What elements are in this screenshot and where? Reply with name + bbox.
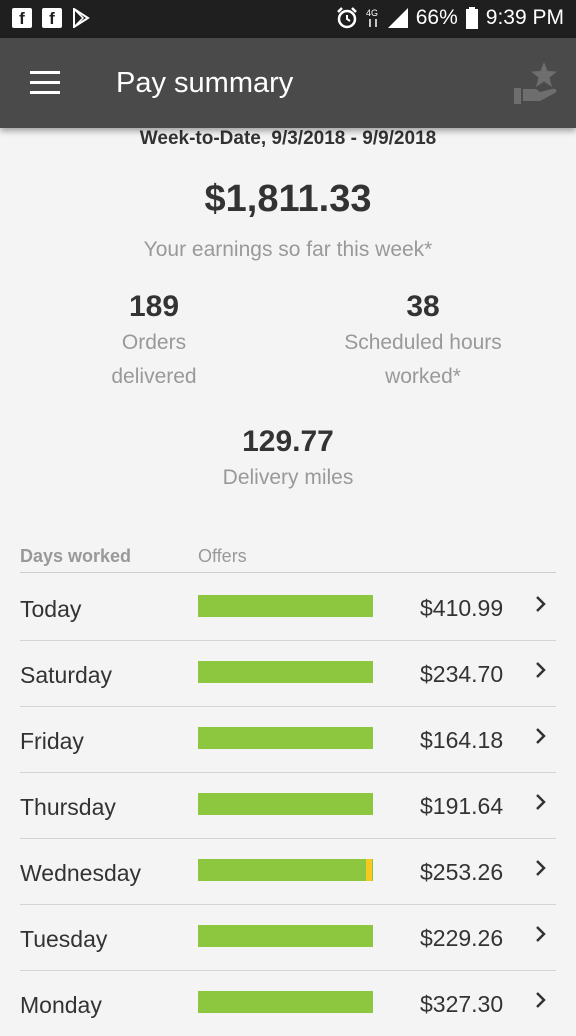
day-name: Wednesday xyxy=(20,860,142,886)
hamburger-menu-icon[interactable] xyxy=(30,71,60,95)
page-title: Pay summary xyxy=(116,67,294,99)
day-name: Saturday xyxy=(20,662,113,688)
system-status: 4G 66% 9:39 PM xyxy=(336,6,564,30)
day-name: Friday xyxy=(20,728,84,754)
day-amount: $191.64 xyxy=(420,793,504,819)
day-amount: $253.26 xyxy=(420,859,504,885)
hours-label: Scheduled hours worked* xyxy=(344,331,502,388)
miles-stat: 129.77 Delivery miles xyxy=(188,425,388,495)
alarm-icon xyxy=(336,7,357,29)
hours-value: 38 xyxy=(406,290,440,323)
pay-period: Week-to-Date, 9/3/2018 - 9/9/2018 xyxy=(139,128,437,149)
offers-bar xyxy=(198,925,373,947)
chevron-right-icon xyxy=(536,662,546,678)
day-amount: $327.30 xyxy=(420,991,504,1017)
offers-bar xyxy=(198,661,373,683)
offers-bar xyxy=(198,793,373,815)
chevron-right-icon xyxy=(536,926,546,942)
day-amount: $229.26 xyxy=(420,925,504,951)
chevron-right-icon xyxy=(536,992,546,1008)
svg-text:4G: 4G xyxy=(366,8,378,18)
signal-icon xyxy=(387,8,408,28)
day-name: Monday xyxy=(20,992,102,1018)
day-name: Tuesday xyxy=(20,926,108,952)
rate-star-hand-icon[interactable] xyxy=(512,58,562,108)
play-store-icon xyxy=(73,8,90,28)
status-bar: f f 4G 66% 9:39 PM xyxy=(0,0,576,38)
day-row-saturday[interactable]: Saturday $234.70 xyxy=(20,640,556,707)
chevron-right-icon xyxy=(536,860,546,876)
notification-icons: f f xyxy=(12,8,90,28)
day-row-wednesday[interactable]: Wednesday $253.26 xyxy=(20,838,556,905)
miles-label: Delivery miles xyxy=(222,466,354,489)
facebook-icon: f xyxy=(12,8,32,28)
offers-bar xyxy=(198,595,373,617)
offers-bar xyxy=(198,859,373,881)
orders-value: 189 xyxy=(128,290,180,323)
chevron-right-icon xyxy=(536,794,546,810)
days-table-header: Days worked Offers xyxy=(20,546,556,573)
day-amount: $410.99 xyxy=(420,595,504,621)
orders-label: Orders delivered xyxy=(111,331,197,388)
day-name: Thursday xyxy=(20,794,116,820)
battery-percent: 66% xyxy=(415,6,458,29)
offers-header: Offers xyxy=(198,546,247,566)
clock: 9:39 PM xyxy=(485,6,564,29)
day-row-tuesday[interactable]: Tuesday $229.26 xyxy=(20,904,556,971)
app-bar: Pay summary xyxy=(0,38,576,128)
day-row-thursday[interactable]: Thursday $191.64 xyxy=(20,772,556,839)
offers-bar xyxy=(198,727,373,749)
orders-stat: 189 Orders delivered xyxy=(54,290,254,394)
chevron-right-icon xyxy=(536,596,546,612)
total-earnings-label: Your earnings so far this week* xyxy=(143,238,433,261)
day-row-today[interactable]: Today $410.99 xyxy=(20,574,556,641)
facebook-icon: f xyxy=(42,8,62,28)
day-amount: $234.70 xyxy=(420,661,504,687)
days-worked-header: Days worked xyxy=(20,546,132,566)
chevron-right-icon xyxy=(536,728,546,744)
hours-stat: 38 Scheduled hours worked* xyxy=(318,290,528,394)
total-earnings: $1,811.33 xyxy=(204,178,372,220)
offers-bar-partial xyxy=(366,859,372,881)
day-row-monday[interactable]: Monday $327.30 xyxy=(20,970,556,1036)
day-name: Today xyxy=(20,596,82,622)
day-amount: $164.18 xyxy=(420,727,504,753)
day-row-friday[interactable]: Friday $164.18 xyxy=(20,706,556,773)
miles-value: 129.77 xyxy=(242,425,334,458)
battery-icon xyxy=(465,7,478,29)
data-4g-icon: 4G xyxy=(366,8,378,27)
offers-bar xyxy=(198,991,373,1013)
